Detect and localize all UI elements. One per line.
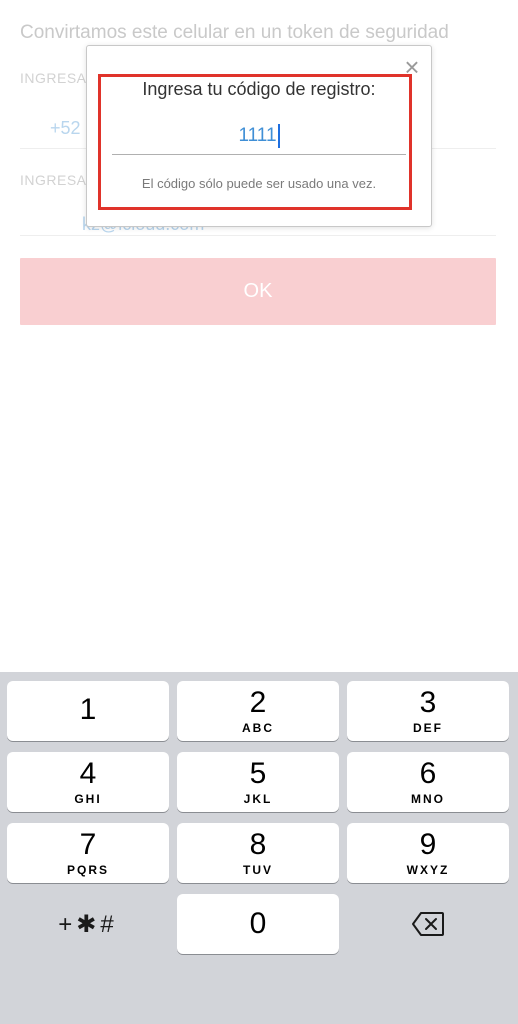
key-2[interactable]: 2 ABC: [177, 681, 339, 741]
dialog-note: El código sólo puede ser usado una vez.: [141, 176, 377, 191]
key-letters: PQRS: [66, 863, 109, 877]
key-letters: DEF: [413, 721, 443, 735]
key-letters: JKL: [243, 792, 273, 806]
key-digit: 9: [419, 828, 437, 861]
email-label: INGRESA: [20, 172, 87, 188]
key-letters: GHI: [74, 792, 102, 806]
backspace-icon: [412, 912, 444, 936]
dialog-title: Ingresa tu código de registro:: [142, 79, 376, 99]
key-7[interactable]: 7 PQRS: [7, 823, 169, 883]
key-letters: TUV: [243, 863, 273, 877]
key-digit: 4: [79, 757, 97, 790]
code-value: 1111: [238, 125, 277, 146]
key-4[interactable]: 4 GHI: [7, 752, 169, 812]
phone-label: INGRESA: [20, 70, 87, 86]
key-8[interactable]: 8 TUV: [177, 823, 339, 883]
divider: [20, 235, 496, 236]
key-6[interactable]: 6 MNO: [347, 752, 509, 812]
key-0[interactable]: 0: [177, 894, 339, 954]
form-title: Convirtamos este celular en un token de …: [20, 22, 449, 43]
delete-key[interactable]: [347, 894, 509, 954]
registration-code-dialog: × Ingresa tu código de registro: 1111 El…: [86, 45, 432, 227]
key-digit: 1: [79, 693, 97, 726]
phone-field[interactable]: +52: [50, 118, 81, 139]
key-letters: MNO: [411, 792, 445, 806]
key-digit: 6: [419, 757, 437, 790]
key-digit: 8: [249, 828, 267, 861]
key-digit: 5: [249, 757, 267, 790]
ok-button[interactable]: OK: [20, 258, 496, 325]
key-letters: ABC: [242, 721, 274, 735]
symbols-key[interactable]: +✱#: [7, 894, 169, 954]
key-5[interactable]: 5 JKL: [177, 752, 339, 812]
key-digit: 7: [79, 828, 97, 861]
key-9[interactable]: 9 WXYZ: [347, 823, 509, 883]
text-caret: [277, 124, 280, 148]
key-1[interactable]: 1: [7, 681, 169, 741]
key-digit: 3: [419, 686, 437, 719]
numeric-keypad: 1 2 ABC 3 DEF 4 GHI 5 JKL 6 MNO 7 PQRS 8…: [0, 672, 518, 1024]
key-digit: 2: [249, 686, 267, 719]
symbols-label: +✱#: [58, 910, 118, 938]
key-digit: 0: [249, 907, 267, 940]
key-letters: WXYZ: [406, 863, 450, 877]
key-3[interactable]: 3 DEF: [347, 681, 509, 741]
code-input[interactable]: 1111: [112, 118, 406, 155]
